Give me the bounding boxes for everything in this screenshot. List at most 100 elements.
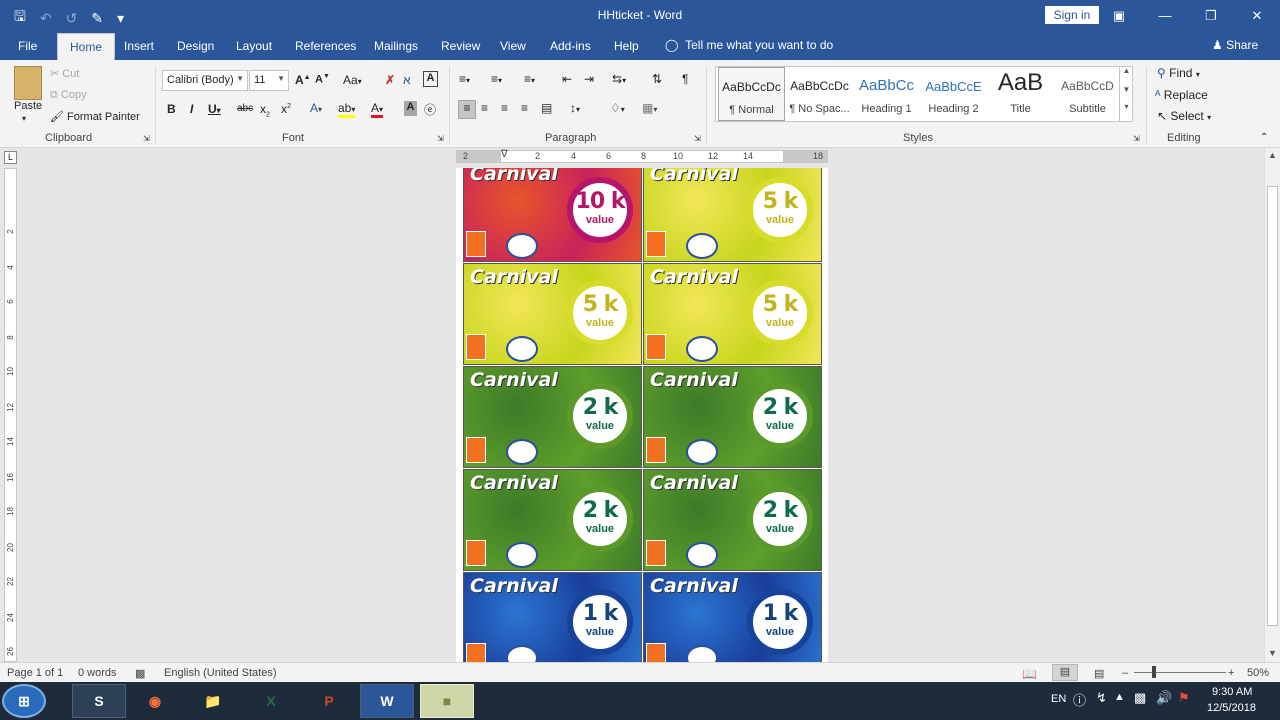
sign-in-button[interactable]: Sign in: [1045, 6, 1099, 24]
help-icon[interactable]: ⓘ: [1073, 690, 1086, 709]
decrease-indent-icon[interactable]: ⇤: [562, 72, 572, 86]
bold-icon[interactable]: B: [167, 102, 176, 116]
strikethrough-icon[interactable]: abc: [237, 103, 253, 114]
enclose-characters-icon[interactable]: ⓔ: [424, 101, 436, 118]
shrink-font-icon[interactable]: A▼: [315, 73, 330, 86]
multilevel-list-icon[interactable]: ≡▾: [524, 72, 535, 86]
zoom-in-icon[interactable]: +: [1228, 667, 1234, 679]
font-family-select[interactable]: Calibri (Body) ▼: [162, 70, 248, 91]
ticket-card[interactable]: Carnival 5 k value: [643, 168, 822, 262]
horizontal-ruler[interactable]: 2 ∇ 2 4 6 8 10 12 14 18: [456, 149, 828, 163]
ribbon-display-options-icon[interactable]: ▣: [1096, 0, 1142, 31]
numbering-icon[interactable]: ≡▾: [491, 72, 502, 86]
file-explorer-taskbar-icon[interactable]: 📁: [186, 684, 240, 718]
firefox-taskbar-icon[interactable]: ◉: [128, 684, 182, 718]
tab-add-ins[interactable]: Add-ins: [550, 39, 591, 53]
show-formatting-marks-icon[interactable]: ¶: [682, 72, 688, 86]
print-layout-icon[interactable]: ▤: [1052, 664, 1078, 681]
vertical-ruler[interactable]: 2 4 6 8 10 12 14 16 18 20 22 24 26: [4, 168, 17, 662]
read-mode-icon[interactable]: 📖: [1022, 667, 1037, 681]
tab-review[interactable]: Review: [441, 39, 480, 53]
show-hidden-icons-icon[interactable]: ▲: [1114, 691, 1125, 703]
language-indicator[interactable]: English (United States): [164, 667, 277, 679]
line-spacing-icon[interactable]: ↕▾: [570, 101, 580, 115]
superscript-icon[interactable]: x2: [281, 102, 291, 116]
scrollbar-thumb[interactable]: [1267, 186, 1278, 626]
sort-icon[interactable]: ⇅: [652, 72, 662, 86]
zoom-out-icon[interactable]: –: [1122, 667, 1128, 679]
subscript-icon[interactable]: x2: [260, 102, 270, 118]
indent-marker-icon[interactable]: ∇: [501, 149, 508, 160]
tell-me-search[interactable]: ◯ Tell me what you want to do: [665, 38, 833, 52]
sticky-notes-taskbar-icon[interactable]: ■: [420, 684, 474, 718]
start-button[interactable]: ⊞: [2, 684, 46, 718]
zoom-slider-thumb[interactable]: [1152, 666, 1156, 678]
paste-button[interactable]: Paste: [14, 100, 42, 112]
excel-taskbar-icon[interactable]: X: [244, 684, 298, 718]
borders-icon[interactable]: ▦▾: [642, 101, 657, 115]
document-page[interactable]: Carnival 10 k value Carnival 5 k value Carniva…: [456, 168, 828, 662]
increase-indent-icon[interactable]: ⇥: [584, 72, 594, 86]
snagit-taskbar-icon[interactable]: S: [72, 684, 126, 718]
ticket-card[interactable]: Carnival 5 k value: [643, 263, 822, 365]
shading-icon[interactable]: ♢▾: [610, 101, 625, 115]
font-size-select[interactable]: 11 ▼: [249, 70, 289, 91]
styles-launcher-icon[interactable]: ⇲: [1133, 134, 1140, 143]
clock-time[interactable]: 9:30 AM: [1212, 686, 1252, 698]
more-styles-icon[interactable]: ▾: [1120, 102, 1133, 111]
chevron-down-icon[interactable]: ▼: [1120, 85, 1133, 94]
phonetic-guide-icon[interactable]: א: [403, 73, 411, 87]
network-icon[interactable]: ▩: [1134, 690, 1146, 706]
proofing-icon[interactable]: ▩: [135, 667, 145, 680]
tab-insert[interactable]: Insert: [124, 39, 154, 53]
tab-mailings[interactable]: Mailings: [374, 39, 418, 53]
bullets-icon[interactable]: ≡▾: [459, 72, 470, 86]
ticket-card[interactable]: Carnival 2 k value: [643, 469, 822, 571]
close-button[interactable]: ✕: [1234, 0, 1280, 31]
cut-button[interactable]: ✂ Cut: [50, 67, 79, 80]
tab-file[interactable]: File: [18, 39, 37, 53]
distributed-icon[interactable]: ▤: [541, 101, 552, 115]
tab-design[interactable]: Design: [177, 39, 214, 53]
word-count[interactable]: 0 words: [78, 667, 117, 679]
tab-view[interactable]: View: [500, 39, 526, 53]
zoom-level[interactable]: 50%: [1247, 667, 1269, 679]
style-normal[interactable]: AaBbCcDc ¶ Normal: [718, 67, 785, 121]
italic-icon[interactable]: I: [190, 102, 193, 116]
collapse-ribbon-icon[interactable]: ⌃: [1260, 132, 1268, 143]
tab-help[interactable]: Help: [614, 39, 639, 53]
justify-icon[interactable]: ≡: [521, 101, 528, 115]
paste-dropdown-icon[interactable]: ▾: [22, 114, 26, 123]
scroll-down-icon[interactable]: ▼: [1268, 648, 1277, 658]
align-right-icon[interactable]: ≡: [501, 101, 508, 115]
style-heading-1[interactable]: AaBbCc Heading 1: [853, 67, 920, 121]
ticket-card[interactable]: Carnival 2 k value: [643, 366, 822, 468]
web-layout-icon[interactable]: ▤: [1094, 667, 1104, 680]
share-button[interactable]: ♟ Share: [1212, 38, 1258, 52]
vertical-scrollbar[interactable]: ▲ ▼: [1264, 148, 1280, 662]
ticket-card[interactable]: Carnival 2 k value: [463, 469, 642, 571]
style-title[interactable]: AaB Title: [987, 67, 1054, 121]
ticket-card[interactable]: Carnival 5 k value: [463, 263, 642, 365]
paragraph-launcher-icon[interactable]: ⇲: [694, 134, 701, 143]
align-left-icon[interactable]: ≡: [458, 100, 476, 119]
ticket-card[interactable]: Carnival 1 k value: [643, 572, 822, 662]
tab-layout[interactable]: Layout: [236, 39, 272, 53]
find-button[interactable]: ⚲ Find ▾: [1157, 66, 1200, 80]
character-border-icon[interactable]: A: [423, 71, 438, 87]
underline-icon[interactable]: U▾: [208, 102, 221, 116]
font-launcher-icon[interactable]: ⇲: [437, 134, 444, 143]
select-button[interactable]: ↖ Select ▾: [1157, 109, 1211, 123]
word-taskbar-icon[interactable]: W: [360, 684, 414, 718]
change-case-button[interactable]: Aa▾: [343, 73, 362, 87]
scroll-up-icon[interactable]: ▲: [1268, 150, 1277, 160]
usb-icon[interactable]: ↯: [1096, 690, 1107, 706]
tab-selector[interactable]: L: [4, 151, 17, 164]
style-heading-2[interactable]: AaBbCcE Heading 2: [920, 67, 987, 121]
clipboard-launcher-icon[interactable]: ⇲: [143, 134, 150, 143]
powerpoint-taskbar-icon[interactable]: P: [302, 684, 356, 718]
minimize-button[interactable]: —: [1142, 0, 1188, 31]
tab-references[interactable]: References: [295, 39, 356, 53]
character-shading-icon[interactable]: A: [404, 101, 417, 116]
action-center-icon[interactable]: ⚑: [1178, 690, 1190, 706]
